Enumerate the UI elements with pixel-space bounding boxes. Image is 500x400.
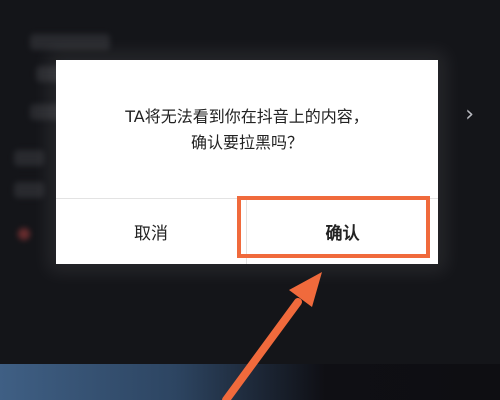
cancel-button[interactable]: 取消: [56, 199, 246, 264]
dialog-message-line-1: TA将无法看到你在抖音上的内容，: [125, 107, 369, 126]
dialog-message: TA将无法看到你在抖音上的内容， 确认要拉黑吗？: [56, 104, 438, 156]
dialog-message-line-2: 确认要拉黑吗？: [190, 133, 303, 152]
chevron-right-icon: ›: [465, 102, 474, 127]
background-row: [14, 150, 44, 166]
background-badge: [18, 228, 30, 240]
confirm-highlight-box: [237, 196, 430, 258]
background-row: [14, 182, 44, 198]
background-bottom-strip: [0, 364, 500, 400]
screen: › TA将无法看到你在抖音上的内容， 确认要拉黑吗？ 取消 确认: [0, 0, 500, 400]
background-row: [30, 34, 110, 50]
